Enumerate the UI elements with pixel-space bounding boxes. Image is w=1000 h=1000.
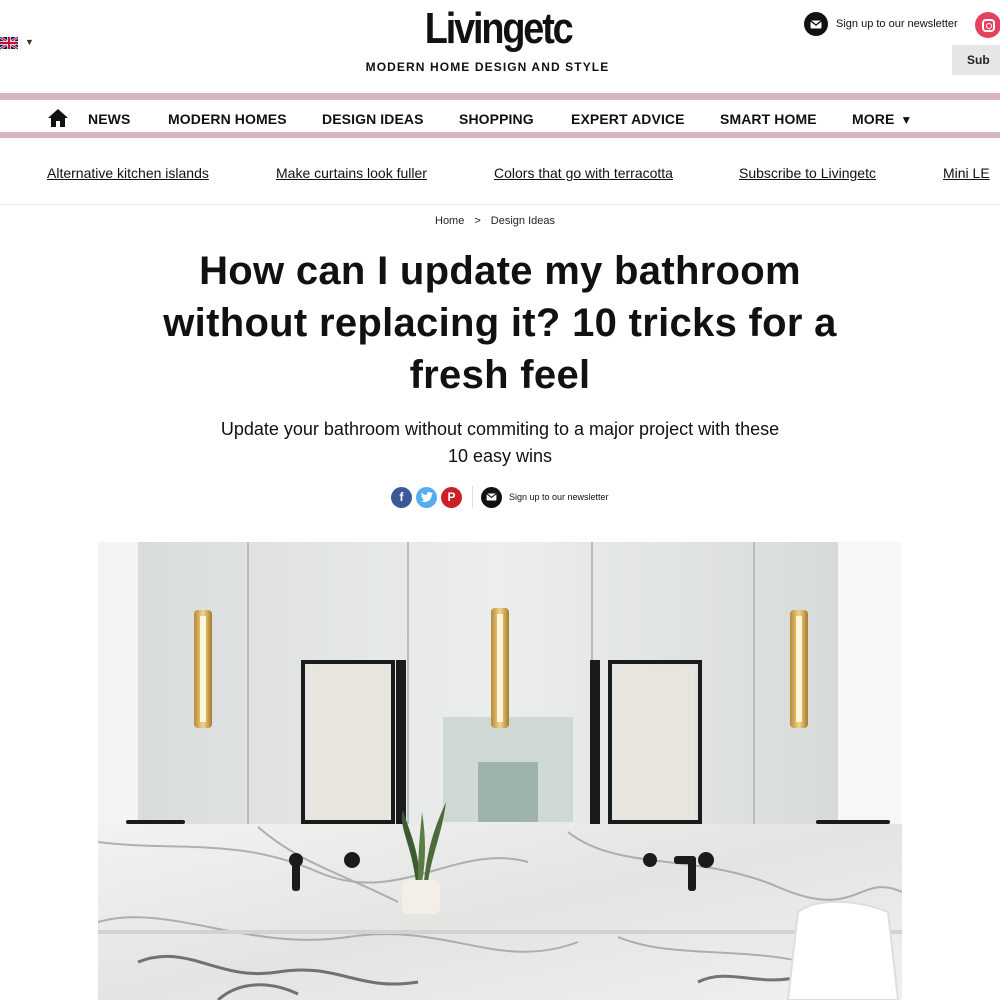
article-standfirst: Update your bathroom without commiting t… xyxy=(220,419,780,466)
instagram-icon[interactable] xyxy=(975,12,1000,38)
hero-image xyxy=(98,542,902,1000)
subscribe-button[interactable]: Sub xyxy=(952,45,1000,75)
breadcrumb-separator: > xyxy=(474,215,481,227)
trending-link[interactable]: Alternative kitchen islands xyxy=(47,165,209,181)
trending-link[interactable]: Mini LE xyxy=(943,165,990,181)
share-divider xyxy=(472,486,473,508)
nav-more-label: MORE xyxy=(852,111,895,127)
region-dropdown-caret-icon[interactable]: ▼ xyxy=(25,37,34,47)
share-newsletter-label[interactable]: Sign up to our newsletter xyxy=(509,492,609,502)
article-headline: How can I update my bathroom without rep… xyxy=(163,249,837,397)
breadcrumb-current[interactable]: Design Ideas xyxy=(491,215,555,227)
nav-item-more[interactable]: MORE ▼ xyxy=(852,111,912,127)
twitter-icon[interactable] xyxy=(416,486,437,508)
pinterest-icon[interactable]: P xyxy=(441,486,462,508)
site-logo[interactable]: Livingetc xyxy=(68,4,928,54)
newsletter-label: Sign up to our newsletter xyxy=(836,18,958,30)
nav-item-news[interactable]: NEWS xyxy=(88,111,130,127)
mail-icon xyxy=(804,12,828,36)
nav-item-shopping[interactable]: SHOPPING xyxy=(459,111,534,127)
header-newsletter-link[interactable]: Sign up to our newsletter xyxy=(804,12,958,36)
uk-flag-icon[interactable] xyxy=(0,36,18,50)
mail-icon[interactable] xyxy=(481,486,502,508)
nav-stripe-bottom xyxy=(0,132,1000,138)
trending-link[interactable]: Make curtains look fuller xyxy=(276,165,427,181)
home-icon[interactable] xyxy=(48,109,68,127)
caret-down-icon: ▼ xyxy=(900,113,913,127)
nav-item-expert-advice[interactable]: EXPERT ADVICE xyxy=(571,111,685,127)
nav-item-design-ideas[interactable]: DESIGN IDEAS xyxy=(322,111,424,127)
trending-link[interactable]: Subscribe to Livingetc xyxy=(739,165,876,181)
facebook-icon[interactable]: f xyxy=(391,486,412,508)
nav-item-smart-home[interactable]: SMART HOME xyxy=(720,111,817,127)
breadcrumb-home[interactable]: Home xyxy=(435,215,464,227)
trending-bar: Alternative kitchen islands Make curtain… xyxy=(0,143,1000,205)
trending-link[interactable]: Colors that go with terracotta xyxy=(494,165,673,181)
site-header: ▼ Livingetc MODERN HOME DESIGN AND STYLE… xyxy=(0,0,1000,93)
breadcrumb: Home > Design Ideas xyxy=(0,215,990,227)
nav-stripe-top xyxy=(0,93,1000,100)
main-nav: NEWS MODERN HOMES DESIGN IDEAS SHOPPING … xyxy=(0,93,1000,143)
nav-item-modern-homes[interactable]: MODERN HOMES xyxy=(168,111,287,127)
share-row: f P Sign up to our newsletter xyxy=(391,486,609,508)
site-tagline: MODERN HOME DESIGN AND STYLE xyxy=(365,60,610,74)
